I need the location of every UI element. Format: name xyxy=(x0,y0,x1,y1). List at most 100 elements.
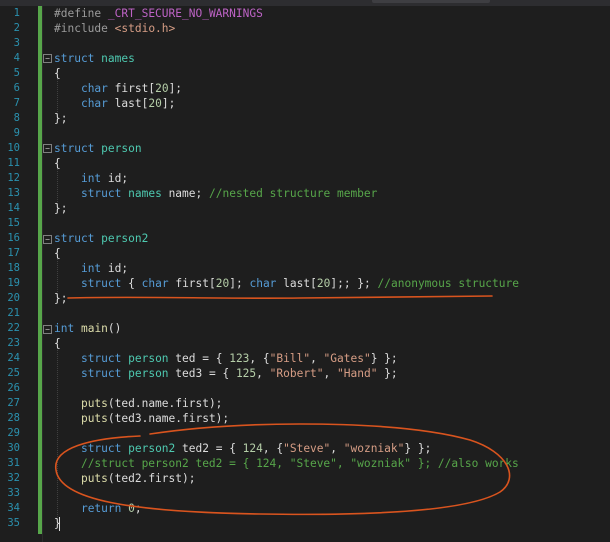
punct: ; }; xyxy=(343,277,371,290)
brace: { xyxy=(54,337,61,350)
brace: { xyxy=(54,67,61,80)
line-number: 3 xyxy=(13,37,20,49)
line-number: 27 xyxy=(7,397,20,409)
line-number: 32 xyxy=(7,472,20,484)
code-line-16[interactable]: struct person2 xyxy=(54,231,148,246)
brace: }; xyxy=(54,112,68,125)
line-number: 22 xyxy=(7,322,20,334)
code-line-12[interactable]: int id; xyxy=(54,171,128,186)
type-name: names xyxy=(101,52,135,65)
code-line-34[interactable]: return 0; xyxy=(54,501,142,516)
string-literal: "Gates" xyxy=(323,352,371,365)
line-number: 25 xyxy=(7,367,20,379)
identifier: ted3 xyxy=(175,367,203,380)
code-line-31[interactable]: //struct person2 ted2 = { 124, "Steve", … xyxy=(54,456,519,471)
preprocessor-directive: #include xyxy=(54,22,108,35)
line-number: 33 xyxy=(7,487,20,499)
brace: { xyxy=(54,247,61,260)
gutter-divider xyxy=(42,6,43,542)
keyword: struct xyxy=(80,277,122,290)
keyword: struct xyxy=(54,232,95,245)
code-line-27[interactable]: puts(ted.name.first); xyxy=(54,396,222,411)
line-number: 11 xyxy=(7,157,20,169)
collapse-minus-icon[interactable]: − xyxy=(43,144,52,153)
code-line-13[interactable]: struct names name; //nested structure me… xyxy=(54,186,377,201)
code-line-19[interactable]: struct { char first[20]; char last[20];;… xyxy=(54,276,519,291)
code-line-23[interactable]: { xyxy=(54,336,61,351)
comment: //struct person2 ted2 = { 124, "Steve", … xyxy=(80,457,519,470)
vertical-scrollbar[interactable] xyxy=(598,6,610,542)
code-line-28[interactable]: puts(ted3.name.first); xyxy=(54,411,229,426)
code-line-8[interactable]: }; xyxy=(54,111,67,126)
string-literal: "wozniak" xyxy=(343,442,405,455)
code-line-22[interactable]: int main() xyxy=(54,321,121,336)
punct: ; xyxy=(134,502,142,515)
call-args: (ted2.first); xyxy=(107,472,196,485)
string-literal: "Steve" xyxy=(283,442,331,455)
member-decl: id; xyxy=(107,172,129,185)
code-line-7[interactable]: char last[20]; xyxy=(54,96,175,111)
collapse-minus-icon[interactable]: − xyxy=(43,235,52,244)
code-line-32[interactable]: puts(ted2.first); xyxy=(54,471,196,486)
line-number: 20 xyxy=(7,292,20,304)
string-literal: "Bill" xyxy=(269,352,311,365)
line-number: 31 xyxy=(7,457,20,469)
type-name: person2 xyxy=(101,232,149,245)
type-name: person2 xyxy=(128,442,176,455)
line-number: 8 xyxy=(13,112,20,124)
code-editor[interactable]: 1 2 3 4 5 6 7 8 9 10 11 12 13 14 15 16 1… xyxy=(0,6,610,542)
code-line-4[interactable]: struct names xyxy=(54,51,135,66)
collapse-minus-icon[interactable]: − xyxy=(43,325,52,334)
tab-stub[interactable] xyxy=(372,0,490,3)
preprocessor-directive: #define xyxy=(54,7,102,20)
code-line-2[interactable]: #include <stdio.h> xyxy=(54,21,175,36)
line-number: 4 xyxy=(13,52,20,64)
number: 124 xyxy=(242,442,263,455)
line-number: 26 xyxy=(7,382,20,394)
line-number: 23 xyxy=(7,337,20,349)
line-number: 30 xyxy=(7,442,20,454)
punct: , xyxy=(256,367,270,380)
keyword: char xyxy=(141,277,169,290)
number: 20 xyxy=(316,277,331,290)
code-line-1[interactable]: #define _CRT_SECURE_NO_WARNINGS xyxy=(54,6,263,21)
code-line-6[interactable]: char first[20]; xyxy=(54,81,182,96)
number: 123 xyxy=(229,352,250,365)
line-number: 18 xyxy=(7,262,20,274)
line-number: 15 xyxy=(7,217,20,229)
code-line-10[interactable]: struct person xyxy=(54,141,142,156)
code-line-11[interactable]: { xyxy=(54,156,61,171)
line-number: 5 xyxy=(13,67,20,79)
line-number: 9 xyxy=(13,127,20,139)
line-number: 13 xyxy=(7,187,20,199)
brace: { xyxy=(128,277,135,290)
code-line-17[interactable]: { xyxy=(54,246,61,261)
identifier: ted2 xyxy=(182,442,209,455)
line-number: 21 xyxy=(7,307,20,319)
code-line-24[interactable]: struct person ted = { 123, {"Bill", "Gat… xyxy=(54,351,398,366)
punct: }; xyxy=(377,367,398,380)
code-line-14[interactable]: }; xyxy=(54,201,67,216)
code-line-20[interactable]: }; xyxy=(54,291,67,306)
keyword: char xyxy=(80,97,108,110)
code-line-18[interactable]: int id; xyxy=(54,261,128,276)
call-args: (ted3.name.first); xyxy=(107,412,230,425)
code-line-5[interactable]: { xyxy=(54,66,61,81)
punct: , { xyxy=(249,352,270,365)
line-number: 1 xyxy=(13,7,20,19)
line-number-gutter: 1 2 3 4 5 6 7 8 9 10 11 12 13 14 15 16 1… xyxy=(0,6,26,542)
code-line-30[interactable]: struct person2 ted2 = { 124, {"Steve", "… xyxy=(54,441,431,456)
punct: , xyxy=(323,367,338,380)
include-header: <stdio.h> xyxy=(114,22,176,35)
line-number: 14 xyxy=(7,202,20,214)
punct: = { xyxy=(208,442,243,455)
text-caret xyxy=(59,517,60,531)
function-name: puts xyxy=(80,412,108,425)
line-number: 10 xyxy=(7,142,20,154)
collapse-minus-icon[interactable]: − xyxy=(43,54,52,63)
comment: //nested structure member xyxy=(209,187,378,200)
punct: = { xyxy=(202,367,236,380)
keyword: struct xyxy=(80,187,122,200)
type-name: person xyxy=(128,367,169,380)
code-line-25[interactable]: struct person ted3 = { 125, "Robert", "H… xyxy=(54,366,398,381)
